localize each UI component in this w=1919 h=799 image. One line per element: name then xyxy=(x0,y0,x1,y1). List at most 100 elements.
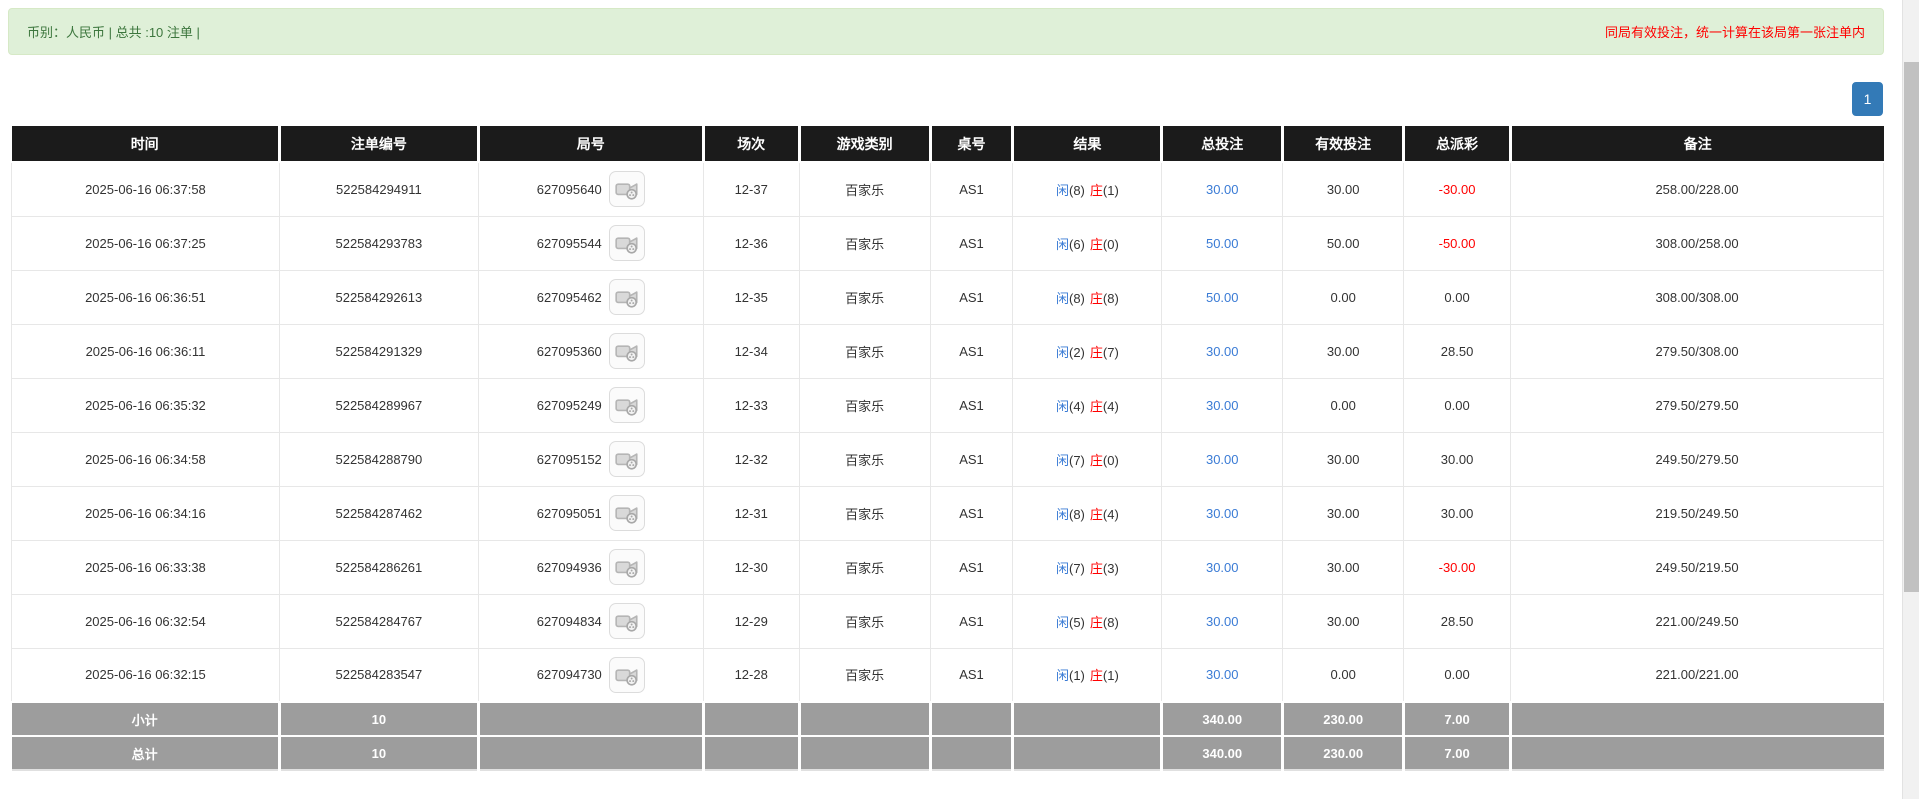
cell-valid-bet: 30.00 xyxy=(1283,162,1404,216)
cell-game-type: 百家乐 xyxy=(799,378,930,432)
cell-table-no: AS1 xyxy=(930,486,1013,540)
page-1-button[interactable]: 1 xyxy=(1852,82,1883,116)
summary-total-bet: 340.00 xyxy=(1162,736,1283,770)
table-row: 2025-06-16 06:32:54 522584284767 6270948… xyxy=(12,594,1884,648)
cell-bet-id: 522584287462 xyxy=(279,486,478,540)
video-replay-button[interactable] xyxy=(609,657,645,693)
cell-round: 627095640 xyxy=(478,162,703,216)
cell-total-bet: 50.00 xyxy=(1162,216,1283,270)
result-banker-label: 庄 xyxy=(1090,507,1103,522)
summary-payout: 7.00 xyxy=(1404,736,1511,770)
cell-remark: 279.50/308.00 xyxy=(1511,324,1884,378)
cell-remark: 279.50/279.50 xyxy=(1511,378,1884,432)
total-bet-link[interactable]: 30.00 xyxy=(1206,506,1239,521)
video-replay-button[interactable] xyxy=(609,549,645,585)
cell-session: 12-34 xyxy=(703,324,799,378)
total-bet-link[interactable]: 30.00 xyxy=(1206,452,1239,467)
total-bet-link[interactable]: 30.00 xyxy=(1206,344,1239,359)
result-banker-label: 庄 xyxy=(1090,183,1103,198)
cell-payout: -30.00 xyxy=(1404,162,1511,216)
cell-total-bet: 30.00 xyxy=(1162,594,1283,648)
total-bet-link[interactable]: 30.00 xyxy=(1206,667,1239,682)
table-row: 2025-06-16 06:37:58 522584294911 6270956… xyxy=(12,162,1884,216)
video-replay-button[interactable] xyxy=(609,333,645,369)
result-banker-score: (1) xyxy=(1103,668,1119,683)
cell-game-type: 百家乐 xyxy=(799,432,930,486)
cell-time: 2025-06-16 06:36:51 xyxy=(12,270,280,324)
round-id-text: 627095249 xyxy=(537,398,602,413)
cell-game-type: 百家乐 xyxy=(799,324,930,378)
cell-table-no: AS1 xyxy=(930,648,1013,702)
cell-bet-id: 522584289967 xyxy=(279,378,478,432)
cell-session: 12-29 xyxy=(703,594,799,648)
result-player-score: (2) xyxy=(1069,345,1085,360)
result-player-label: 闲 xyxy=(1056,507,1069,522)
cell-remark: 258.00/228.00 xyxy=(1511,162,1884,216)
cell-payout: 0.00 xyxy=(1404,378,1511,432)
cell-table-no: AS1 xyxy=(930,594,1013,648)
round-id-text: 627095152 xyxy=(537,452,602,467)
cell-payout: 28.50 xyxy=(1404,324,1511,378)
table-row: 2025-06-16 06:35:32 522584289967 6270952… xyxy=(12,378,1884,432)
result-player-score: (8) xyxy=(1069,183,1085,198)
result-player-label: 闲 xyxy=(1056,615,1069,630)
result-player-label: 闲 xyxy=(1056,183,1069,198)
cell-game-type: 百家乐 xyxy=(799,216,930,270)
video-replay-button[interactable] xyxy=(609,279,645,315)
result-banker-score: (0) xyxy=(1103,237,1119,252)
cell-payout: 30.00 xyxy=(1404,486,1511,540)
video-replay-button[interactable] xyxy=(609,387,645,423)
bet-records-table: 时间注单编号局号场次游戏类别桌号结果总投注有效投注总派彩备注 2025-06-1… xyxy=(11,126,1884,771)
result-banker-label: 庄 xyxy=(1090,453,1103,468)
summary-empty-cell xyxy=(799,702,930,736)
summary-empty-cell xyxy=(703,702,799,736)
header-cell: 有效投注 xyxy=(1283,126,1404,162)
cell-remark: 221.00/221.00 xyxy=(1511,648,1884,702)
video-replay-button[interactable] xyxy=(609,171,645,207)
result-player-label: 闲 xyxy=(1056,237,1069,252)
total-bet-link[interactable]: 30.00 xyxy=(1206,560,1239,575)
video-replay-button[interactable] xyxy=(609,603,645,639)
cell-total-bet: 30.00 xyxy=(1162,540,1283,594)
video-replay-icon xyxy=(614,608,640,634)
cell-round: 627095360 xyxy=(478,324,703,378)
scrollbar-thumb[interactable] xyxy=(1904,62,1919,592)
cell-table-no: AS1 xyxy=(930,432,1013,486)
cell-game-type: 百家乐 xyxy=(799,540,930,594)
cell-payout: -30.00 xyxy=(1404,540,1511,594)
cell-game-type: 百家乐 xyxy=(799,162,930,216)
result-banker-score: (8) xyxy=(1103,615,1119,630)
cell-time: 2025-06-16 06:35:32 xyxy=(12,378,280,432)
video-replay-button[interactable] xyxy=(609,225,645,261)
result-player-label: 闲 xyxy=(1056,453,1069,468)
round-id-text: 627095462 xyxy=(537,290,602,305)
cell-time: 2025-06-16 06:32:54 xyxy=(12,594,280,648)
summary-empty-cell xyxy=(478,736,703,770)
cell-result: 闲(4)庄(4) xyxy=(1013,378,1162,432)
result-banker-label: 庄 xyxy=(1090,399,1103,414)
cell-total-bet: 30.00 xyxy=(1162,324,1283,378)
total-bet-link[interactable]: 50.00 xyxy=(1206,290,1239,305)
total-bet-link[interactable]: 30.00 xyxy=(1206,398,1239,413)
total-bet-link[interactable]: 50.00 xyxy=(1206,236,1239,251)
summary-remark xyxy=(1511,702,1884,736)
video-replay-button[interactable] xyxy=(609,441,645,477)
cell-game-type: 百家乐 xyxy=(799,486,930,540)
summary-empty-cell xyxy=(1013,702,1162,736)
result-banker-score: (4) xyxy=(1103,507,1119,522)
total-bet-link[interactable]: 30.00 xyxy=(1206,182,1239,197)
cell-round: 627095152 xyxy=(478,432,703,486)
cell-session: 12-36 xyxy=(703,216,799,270)
video-replay-button[interactable] xyxy=(609,495,645,531)
vertical-scrollbar[interactable] xyxy=(1902,0,1919,799)
total-bet-link[interactable]: 30.00 xyxy=(1206,614,1239,629)
cell-table-no: AS1 xyxy=(930,162,1013,216)
cell-result: 闲(1)庄(1) xyxy=(1013,648,1162,702)
summary-count: 10 xyxy=(279,702,478,736)
table-row: 2025-06-16 06:34:16 522584287462 6270950… xyxy=(12,486,1884,540)
result-player-score: (7) xyxy=(1069,453,1085,468)
result-player-label: 闲 xyxy=(1056,345,1069,360)
cell-valid-bet: 0.00 xyxy=(1283,270,1404,324)
round-id-text: 627094730 xyxy=(537,667,602,682)
result-player-label: 闲 xyxy=(1056,561,1069,576)
